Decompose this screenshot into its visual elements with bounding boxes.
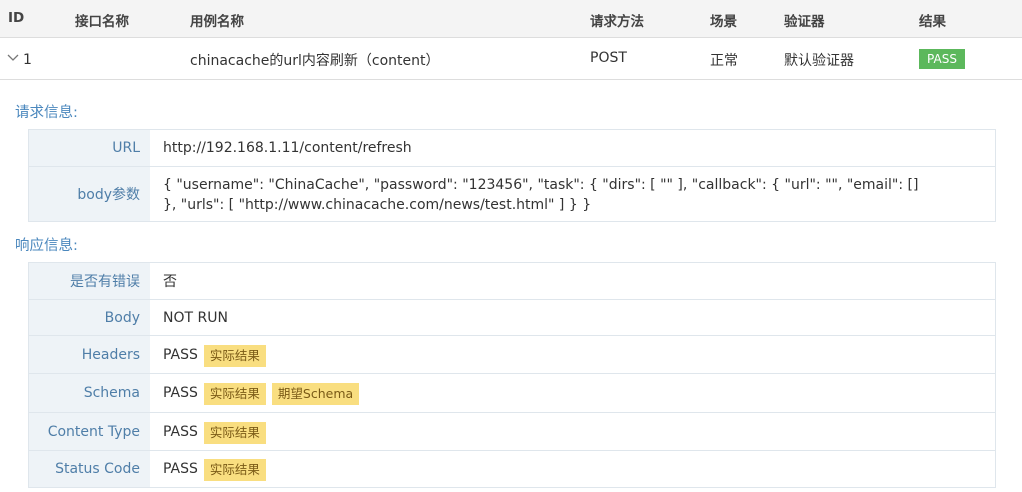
case-scenario: 正常 — [710, 53, 738, 69]
column-header-case-name: 用例名称 — [190, 14, 244, 30]
response-content-type-row: Content Type PASS 实际结果 — [29, 412, 995, 450]
request-url-value: http://192.168.1.11/content/refresh — [163, 140, 412, 156]
column-header-api-name: 接口名称 — [75, 14, 129, 30]
column-header-scenario: 场景 — [710, 14, 737, 30]
status-code-actual-result-tag[interactable]: 实际结果 — [203, 459, 266, 481]
response-schema-row: Schema PASS 实际结果 期望Schema — [29, 373, 995, 412]
request-url-label: URL — [29, 130, 150, 166]
request-body-label: body参数 — [29, 167, 150, 221]
response-status-code-cell: PASS 实际结果 — [150, 451, 266, 487]
response-headers-row: Headers PASS 实际结果 — [29, 335, 995, 373]
case-validator: 默认验证器 — [784, 53, 854, 69]
schema-actual-result-tag[interactable]: 实际结果 — [203, 383, 266, 405]
response-error-value: 否 — [163, 274, 177, 290]
column-header-validator: 验证器 — [784, 14, 825, 30]
response-status-code-value: PASS — [163, 461, 198, 477]
response-schema-cell: PASS 实际结果 期望Schema — [150, 374, 360, 412]
case-name: chinacache的url内容刷新（content） — [190, 53, 440, 69]
response-content-type-cell: PASS 实际结果 — [150, 413, 266, 450]
response-info-table: 是否有错误 否 Body NOT RUN Headers PASS 实际结果 S… — [28, 262, 996, 488]
request-url-row: URL http://192.168.1.11/content/refresh — [29, 130, 995, 166]
response-info-title: 响应信息: — [15, 238, 78, 254]
response-error-row: 是否有错误 否 — [29, 263, 995, 299]
response-body-label: Body — [29, 300, 150, 335]
response-headers-label: Headers — [29, 336, 150, 373]
response-content-type-label: Content Type — [29, 413, 150, 450]
response-status-code-row: Status Code PASS 实际结果 — [29, 450, 995, 487]
request-info-table: URL http://192.168.1.11/content/refresh … — [28, 129, 996, 222]
response-headers-cell: PASS 实际结果 — [150, 336, 266, 373]
result-pass-badge: PASS — [919, 49, 965, 69]
request-body-row: body参数 { "username": "ChinaCache", "pass… — [29, 166, 995, 221]
column-header-result: 结果 — [919, 14, 946, 30]
content-type-actual-result-tag[interactable]: 实际结果 — [203, 421, 266, 444]
response-status-code-label: Status Code — [29, 451, 150, 487]
response-schema-label: Schema — [29, 374, 150, 412]
response-error-label: 是否有错误 — [29, 263, 150, 299]
response-headers-value: PASS — [163, 346, 198, 363]
response-body-row: Body NOT RUN — [29, 299, 995, 335]
case-method: POST — [590, 50, 627, 66]
request-info-title: 请求信息: — [15, 105, 78, 121]
response-body-value: NOT RUN — [163, 309, 228, 326]
column-header-method: 请求方法 — [590, 14, 644, 30]
headers-actual-result-tag[interactable]: 实际结果 — [203, 344, 266, 367]
request-body-value: { "username": "ChinaCache", "password": … — [163, 177, 919, 213]
response-schema-value: PASS — [163, 385, 198, 401]
chevron-down-icon[interactable] — [6, 50, 20, 64]
response-content-type-value: PASS — [163, 423, 198, 440]
column-header-id: ID — [8, 10, 25, 26]
expected-schema-tag[interactable]: 期望Schema — [271, 383, 360, 405]
table-header: ID 接口名称 用例名称 请求方法 场景 验证器 结果 — [0, 0, 1022, 38]
table-row[interactable]: 1 chinacache的url内容刷新（content） POST 正常 默认… — [0, 38, 1022, 80]
case-id: 1 — [23, 52, 32, 68]
